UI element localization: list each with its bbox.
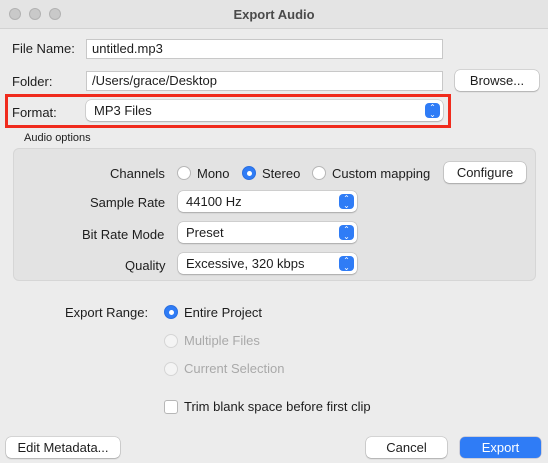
range-entire-project-label: Entire Project [184, 305, 263, 320]
chevron-updown-icon: ⌃ ⌄ [339, 194, 354, 209]
title-bar: Export Audio [0, 0, 548, 29]
bit-rate-mode-value: Preset [186, 225, 224, 240]
bit-rate-mode-select[interactable]: Preset ⌃ ⌄ [178, 222, 357, 243]
channels-mono-radio[interactable] [177, 166, 191, 180]
channels-mono-label: Mono [197, 166, 230, 181]
edit-metadata-button[interactable]: Edit Metadata... [6, 437, 120, 458]
sample-rate-select[interactable]: 44100 Hz ⌃ ⌄ [178, 191, 357, 212]
trim-checkbox[interactable] [164, 400, 178, 414]
file-name-label: File Name: [12, 41, 75, 56]
quality-label: Quality [125, 258, 166, 273]
browse-button[interactable]: Browse... [455, 70, 539, 91]
bit-rate-mode-label: Bit Rate Mode [82, 227, 165, 242]
range-entire-project-radio[interactable] [164, 305, 178, 319]
range-multiple-files-radio[interactable] [164, 334, 178, 348]
export-range-label: Export Range: [65, 305, 149, 320]
channels-stereo-label: Stereo [262, 166, 301, 181]
folder-field[interactable]: /Users/grace/Desktop [86, 71, 443, 91]
sample-rate-label: Sample Rate [90, 195, 166, 210]
range-current-selection-label: Current Selection [184, 361, 285, 376]
folder-label: Folder: [12, 74, 53, 89]
configure-button[interactable]: Configure [444, 162, 526, 183]
chevron-updown-icon: ⌃ ⌄ [339, 225, 354, 240]
channels-custom-radio[interactable] [312, 166, 326, 180]
trim-label: Trim blank space before first clip [184, 399, 371, 414]
export-button[interactable]: Export [460, 437, 541, 458]
channels-stereo-radio[interactable] [242, 166, 256, 180]
range-multiple-files-label: Multiple Files [184, 333, 260, 348]
format-highlight-box [5, 94, 451, 128]
cancel-button[interactable]: Cancel [366, 437, 447, 458]
window-title: Export Audio [233, 7, 315, 22]
channels-label: Channels [110, 166, 165, 181]
sample-rate-value: 44100 Hz [186, 194, 242, 209]
file-name-field[interactable]: untitled.mp3 [86, 39, 443, 59]
channels-custom-label: Custom mapping [332, 166, 431, 181]
audio-options-title: Audio options [24, 132, 91, 144]
range-current-selection-radio[interactable] [164, 362, 178, 376]
chevron-updown-icon: ⌃ ⌄ [339, 256, 354, 271]
quality-value: Excessive, 320 kbps [186, 256, 305, 271]
quality-select[interactable]: Excessive, 320 kbps ⌃ ⌄ [178, 253, 357, 274]
